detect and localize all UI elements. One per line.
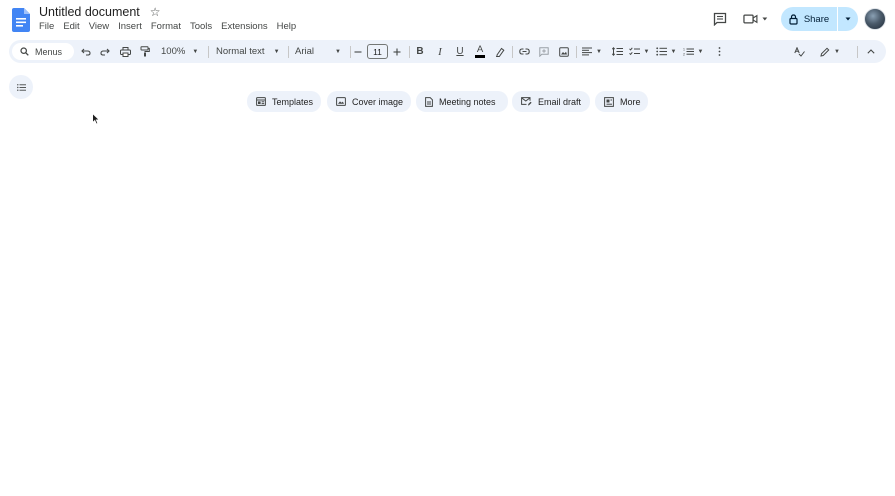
caret-down-icon: ▼ bbox=[670, 48, 677, 55]
add-comment-icon[interactable] bbox=[537, 40, 551, 63]
checklist-select[interactable]: ▼ bbox=[628, 40, 650, 63]
caret-down-icon bbox=[845, 17, 851, 21]
italic-icon[interactable]: I bbox=[433, 40, 447, 63]
document-icon bbox=[425, 96, 433, 107]
search-icon bbox=[20, 47, 29, 56]
editing-mode-select[interactable]: ▼ bbox=[817, 40, 843, 63]
text-color-icon[interactable]: A bbox=[473, 40, 487, 63]
bulleted-list-icon bbox=[655, 47, 667, 56]
toolbar-divider bbox=[512, 46, 513, 58]
bold-icon[interactable]: B bbox=[413, 40, 427, 63]
underline-icon[interactable]: U bbox=[453, 40, 467, 63]
caret-down-icon: ▼ bbox=[697, 48, 704, 55]
menu-file[interactable]: File bbox=[39, 21, 54, 35]
more-icon bbox=[604, 96, 614, 107]
toolbar-divider bbox=[409, 46, 410, 58]
increase-font-size-icon[interactable] bbox=[391, 40, 403, 63]
menu-view[interactable]: View bbox=[89, 21, 109, 35]
more-options-icon[interactable] bbox=[713, 40, 725, 63]
insert-link-icon[interactable] bbox=[517, 40, 531, 63]
docs-logo-icon[interactable] bbox=[12, 8, 30, 32]
star-icon[interactable]: ☆ bbox=[150, 6, 161, 18]
share-label: Share bbox=[803, 13, 830, 25]
document-title[interactable]: Untitled document bbox=[39, 5, 140, 19]
numbered-list-icon: 12 bbox=[683, 48, 694, 57]
line-spacing-icon[interactable] bbox=[610, 40, 624, 63]
templates-icon bbox=[256, 97, 266, 106]
menu-format[interactable]: Format bbox=[151, 21, 181, 35]
meet-button[interactable] bbox=[743, 12, 769, 26]
svg-text:2: 2 bbox=[683, 53, 685, 57]
collapse-toolbar-icon[interactable] bbox=[864, 40, 878, 63]
chip-label: More bbox=[620, 96, 641, 107]
account-avatar[interactable] bbox=[864, 8, 886, 30]
print-icon[interactable] bbox=[118, 40, 132, 63]
chip-label: Cover image bbox=[352, 96, 404, 107]
menu-insert[interactable]: Insert bbox=[118, 21, 142, 35]
share-group: Share bbox=[781, 7, 858, 31]
bulleted-list-select[interactable]: ▼ bbox=[655, 40, 677, 63]
toolbar-divider bbox=[208, 46, 209, 58]
zoom-select[interactable]: 100% ▼ bbox=[161, 40, 198, 63]
lock-icon bbox=[789, 13, 798, 25]
font-size-input[interactable]: 11 bbox=[367, 44, 388, 59]
top-header: Untitled document ☆ File Edit View Inser… bbox=[0, 0, 895, 40]
caret-down-icon: ▼ bbox=[643, 48, 650, 55]
toolbar-divider bbox=[288, 46, 289, 58]
outline-list-icon bbox=[16, 83, 26, 91]
cover-image-chip[interactable]: Cover image bbox=[327, 91, 411, 112]
decrease-font-size-icon[interactable] bbox=[352, 40, 364, 63]
text-style-value: Normal text bbox=[216, 46, 265, 57]
caret-down-icon: ▼ bbox=[834, 48, 840, 55]
menu-tools[interactable]: Tools bbox=[190, 21, 212, 35]
font-value: Arial bbox=[295, 46, 315, 57]
paint-format-icon[interactable] bbox=[138, 40, 152, 63]
caret-down-icon bbox=[762, 17, 768, 21]
menu-extensions[interactable]: Extensions bbox=[221, 21, 267, 35]
undo-icon[interactable] bbox=[79, 40, 93, 63]
document-outline-button[interactable] bbox=[9, 75, 33, 99]
svg-text:1: 1 bbox=[683, 48, 685, 52]
align-select[interactable]: ▼ bbox=[581, 40, 603, 63]
main-toolbar: Menus 100% ▼ Normal text ▼ Arial ▼ 11 B I U… bbox=[9, 40, 886, 63]
mouse-pointer-icon bbox=[92, 113, 100, 125]
checklist-icon bbox=[628, 47, 640, 56]
insert-image-icon[interactable] bbox=[557, 40, 571, 63]
redo-icon[interactable] bbox=[98, 40, 112, 63]
align-left-icon bbox=[582, 47, 593, 56]
chip-label: Email draft bbox=[538, 96, 582, 107]
templates-chip[interactable]: Templates bbox=[247, 91, 321, 112]
comment-history-icon[interactable] bbox=[713, 12, 727, 26]
zoom-value: 100% bbox=[161, 46, 186, 57]
font-select[interactable]: Arial ▼ bbox=[295, 40, 341, 63]
toolbar-divider bbox=[350, 46, 351, 58]
highlight-color-icon[interactable] bbox=[493, 40, 507, 63]
toolbar-divider bbox=[857, 46, 858, 58]
spelling-check-icon[interactable] bbox=[792, 40, 806, 63]
share-options-button[interactable] bbox=[838, 7, 858, 31]
caret-down-icon: ▼ bbox=[273, 48, 280, 55]
caret-down-icon: ▼ bbox=[335, 48, 341, 55]
share-button[interactable]: Share bbox=[781, 7, 837, 31]
video-camera-icon bbox=[743, 14, 758, 24]
chip-label: Templates bbox=[272, 96, 314, 107]
search-menus-label: Menus bbox=[35, 46, 63, 57]
caret-down-icon: ▼ bbox=[596, 48, 602, 55]
more-chip[interactable]: More bbox=[595, 91, 648, 112]
menu-help[interactable]: Help bbox=[277, 21, 297, 35]
toolbar-divider bbox=[576, 46, 577, 58]
image-icon bbox=[336, 97, 346, 106]
email-draft-icon bbox=[521, 97, 532, 106]
meeting-notes-chip[interactable]: Meeting notes bbox=[416, 91, 508, 112]
text-style-select[interactable]: Normal text ▼ bbox=[216, 40, 280, 63]
menu-bar: File Edit View Insert Format Tools Exten… bbox=[39, 21, 305, 35]
caret-down-icon: ▼ bbox=[192, 48, 199, 55]
pencil-icon bbox=[820, 47, 830, 57]
numbered-list-select[interactable]: 12 ▼ bbox=[682, 40, 704, 63]
email-draft-chip[interactable]: Email draft bbox=[512, 91, 590, 112]
menu-edit[interactable]: Edit bbox=[63, 21, 79, 35]
chip-label: Meeting notes bbox=[439, 96, 496, 107]
search-menus-button[interactable]: Menus bbox=[12, 43, 74, 60]
